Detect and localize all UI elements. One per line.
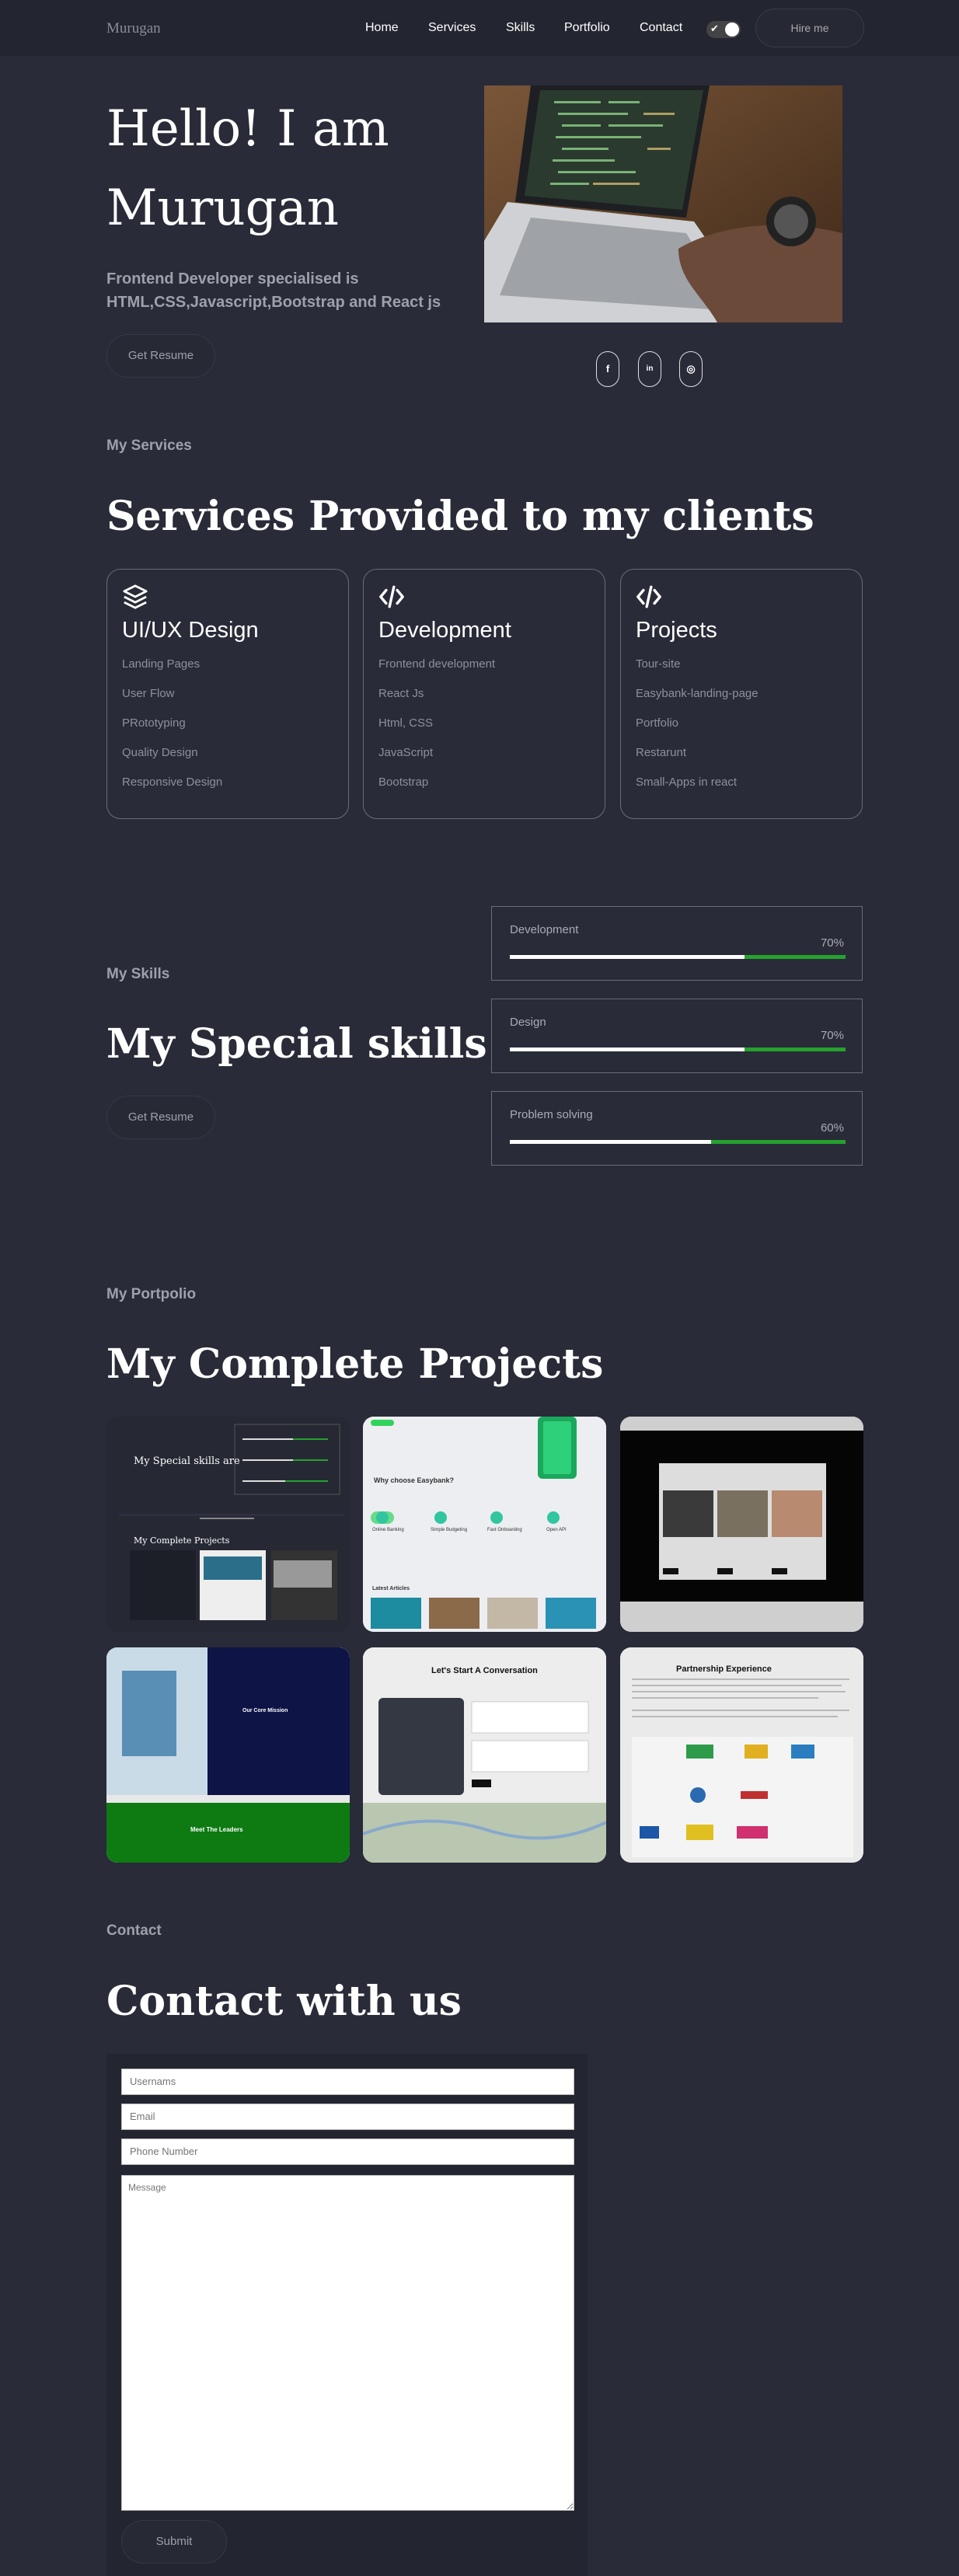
card-title: UI/UX Design	[122, 618, 259, 643]
project-screenshot	[620, 1647, 863, 1863]
thumb-text: Meet The Leaders	[190, 1826, 243, 1833]
instagram-icon[interactable]: ◎	[679, 351, 703, 387]
check-icon: ✔	[710, 23, 719, 34]
card-title: Development	[378, 618, 511, 643]
services-label: My Services	[106, 437, 192, 454]
card-item: Small-Apps in react	[636, 776, 738, 789]
card-title: Projects	[636, 618, 717, 643]
card-item: Easybank-landing-page	[636, 687, 758, 700]
email-field[interactable]	[121, 2104, 574, 2130]
portfolio-heading: My Complete Projects	[106, 1340, 604, 1388]
project-screenshot	[363, 1417, 606, 1632]
card-item: Restarunt	[636, 746, 687, 759]
thumb-text: My Complete Projects	[134, 1535, 230, 1546]
project-thumb-contact-app[interactable]: Let's Start A Conversation	[363, 1647, 606, 1863]
skill-name: Development	[510, 923, 579, 936]
layers-icon	[123, 584, 148, 609]
hero-subtitle: Frontend Developer specialised is HTML,C…	[106, 270, 441, 311]
message-field[interactable]	[121, 2175, 574, 2511]
card-item: PRototyping	[122, 716, 186, 730]
card-item: JavaScript	[378, 746, 434, 759]
card-item: Tour-site	[636, 657, 681, 671]
skill-progress-bar	[510, 1140, 846, 1144]
project-screenshot	[106, 1417, 350, 1632]
card-item: Quality Design	[122, 746, 198, 759]
hire-me-button[interactable]: Hire me	[755, 9, 864, 47]
project-thumb-easybank[interactable]: Why choose Easybank? Online Banking Simp…	[363, 1417, 606, 1632]
project-thumb-partnership[interactable]: Partnership Experience	[620, 1647, 863, 1863]
skill-progress-fill	[510, 955, 745, 959]
contact-label: Contact	[106, 1922, 162, 1939]
code-icon	[636, 585, 661, 608]
skill-development: Development 70%	[491, 906, 863, 981]
skills-label: My Skills	[106, 966, 170, 982]
card-item: Portfolio	[636, 716, 679, 730]
top-navbar: Murugan Home Services Skills Portfolio C…	[0, 0, 959, 56]
skill-progress-fill	[510, 1047, 745, 1051]
hero-title: Hello! I am Murugan	[106, 100, 389, 237]
phone-field[interactable]	[121, 2139, 574, 2165]
project-screenshot	[620, 1417, 863, 1632]
nav-link-contact[interactable]: Contact	[640, 21, 682, 35]
service-card-uiux: UI/UX Design Landing Pages User Flow PRo…	[106, 569, 349, 819]
get-resume-button[interactable]: Get Resume	[106, 334, 215, 378]
nav-link-skills[interactable]: Skills	[506, 21, 535, 35]
card-item: Landing Pages	[122, 657, 201, 671]
site-logo[interactable]: Murugan	[106, 20, 161, 37]
thumb-text: My Special skills are	[134, 1455, 240, 1467]
skill-design: Design 70%	[491, 999, 863, 1073]
contact-heading: Contact with us	[106, 1978, 462, 2025]
contact-form: Submit	[106, 2054, 588, 2576]
submit-button[interactable]: Submit	[121, 2520, 227, 2564]
skill-percent: 70%	[820, 936, 844, 950]
card-item: Bootstrap	[378, 776, 429, 789]
card-item: Responsive Design	[122, 776, 223, 789]
portfolio-label: My Portpolio	[106, 1286, 197, 1302]
thumb-text: Our Core Mission	[242, 1708, 288, 1713]
get-resume-button[interactable]: Get Resume	[106, 1096, 215, 1139]
skill-name: Design	[510, 1016, 546, 1029]
card-item: Html, CSS	[378, 716, 434, 730]
linkedin-icon[interactable]: in	[638, 351, 661, 387]
project-screenshot	[363, 1647, 606, 1863]
username-field[interactable]	[121, 2069, 574, 2095]
facebook-icon[interactable]: f	[596, 351, 619, 387]
skill-problem-solving: Problem solving 60%	[491, 1091, 863, 1166]
services-heading: Services Provided to my clients	[106, 493, 814, 540]
thumb-text: Open API	[546, 1528, 567, 1532]
skill-percent: 70%	[820, 1029, 844, 1042]
hero-laptop-image	[484, 85, 842, 322]
code-icon	[379, 585, 404, 608]
skill-name: Problem solving	[510, 1108, 593, 1121]
thumb-text: Partnership Experience	[676, 1664, 772, 1674]
skill-progress-bar	[510, 1047, 846, 1051]
thumb-text: Fast Onboarding	[487, 1528, 522, 1532]
skill-percent: 60%	[820, 1121, 844, 1135]
theme-toggle[interactable]: ✔	[706, 21, 741, 38]
card-item: User Flow	[122, 687, 175, 700]
project-thumb-portfolio[interactable]: My Special skills are My Complete Projec…	[106, 1417, 350, 1632]
nav-link-home[interactable]: Home	[365, 21, 399, 35]
thumb-text: Let's Start A Conversation	[431, 1666, 538, 1675]
toggle-knob	[725, 23, 739, 37]
project-thumb-tour-site[interactable]	[620, 1417, 863, 1632]
service-card-projects: Projects Tour-site Easybank-landing-page…	[620, 569, 863, 819]
thumb-text: Online Banking	[372, 1528, 404, 1532]
skill-progress-fill	[510, 1140, 712, 1144]
nav-link-services[interactable]: Services	[428, 21, 476, 35]
card-item: Frontend development	[378, 657, 496, 671]
thumb-text: Why choose Easybank?	[374, 1476, 455, 1484]
skill-progress-bar	[510, 955, 846, 959]
nav-link-portfolio[interactable]: Portfolio	[564, 21, 610, 35]
project-thumb-restaurant[interactable]: Our Core Mission Meet The Leaders	[106, 1647, 350, 1863]
card-item: React Js	[378, 687, 424, 700]
thumb-text: Latest Articles	[372, 1586, 410, 1591]
thumb-text: Simple Budgeting	[431, 1528, 468, 1532]
service-card-development: Development Frontend development React J…	[363, 569, 605, 819]
